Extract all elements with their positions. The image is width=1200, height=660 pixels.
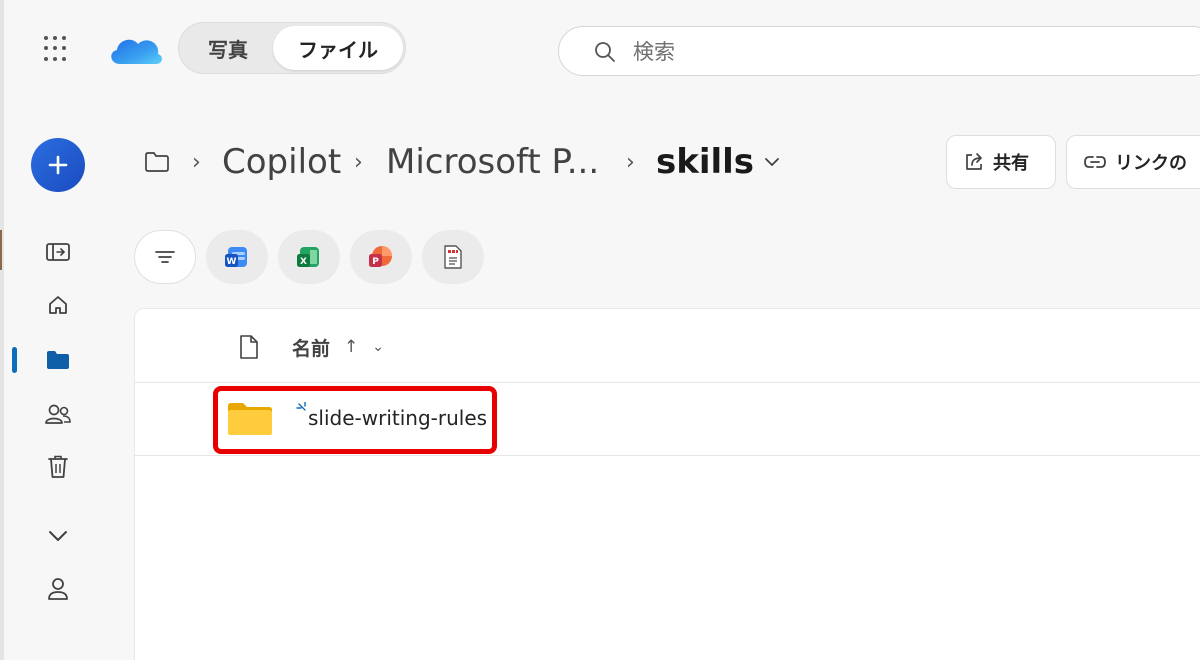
person-icon[interactable] xyxy=(44,575,72,603)
share-label: 共有 xyxy=(993,153,1029,174)
sort-ascending-icon: ↑ xyxy=(344,337,359,357)
link-icon xyxy=(1084,156,1106,168)
svg-text:P: P xyxy=(372,257,379,267)
name-column-label: 名前 xyxy=(292,337,331,360)
pdf-icon xyxy=(444,245,462,269)
copy-link-button[interactable]: リンクの xyxy=(1066,135,1200,189)
folder-icon[interactable] xyxy=(44,346,72,374)
folder-outline-icon xyxy=(145,152,169,172)
excel-filter-chip[interactable]: X xyxy=(278,230,340,284)
folder-icon xyxy=(228,403,272,435)
active-indicator xyxy=(12,347,17,373)
share-button[interactable]: 共有 xyxy=(946,135,1056,189)
plus-icon xyxy=(48,155,68,175)
photos-files-switch: 写真 ファイル xyxy=(178,22,406,74)
window-edge xyxy=(0,0,4,660)
home-icon[interactable] xyxy=(44,291,72,319)
chevron-right-icon: › xyxy=(354,149,363,175)
filter-icon xyxy=(155,251,175,263)
people-icon[interactable] xyxy=(44,400,72,428)
chevron-right-icon: › xyxy=(192,149,201,175)
share-icon xyxy=(966,153,982,170)
file-type-icon xyxy=(240,335,258,359)
add-new-button[interactable] xyxy=(31,138,85,192)
file-name[interactable]: slide-writing-rules xyxy=(308,406,487,430)
pdf-filter-chip[interactable] xyxy=(422,230,484,284)
chevron-down-icon xyxy=(765,158,779,167)
header-divider xyxy=(134,382,1200,383)
svg-text:W: W xyxy=(227,257,237,267)
breadcrumb-item[interactable]: Microsoft P... xyxy=(386,140,599,184)
chevron-down-icon[interactable]: ⌄ xyxy=(372,339,384,355)
waffle-icon[interactable] xyxy=(44,36,70,62)
file-type-column-header[interactable] xyxy=(238,330,260,364)
breadcrumb-root[interactable] xyxy=(144,140,172,184)
table-row[interactable]: slide-writing-rules xyxy=(212,386,496,454)
chevron-right-icon: › xyxy=(626,149,635,175)
chevron-down-icon[interactable] xyxy=(44,522,72,550)
powerpoint-filter-chip[interactable]: P xyxy=(350,230,412,284)
breadcrumb-item[interactable]: Copilot xyxy=(222,140,341,184)
copy-link-label: リンクの xyxy=(1115,153,1187,174)
search-box[interactable] xyxy=(558,26,1200,76)
row-divider xyxy=(134,455,1200,456)
excel-icon: X xyxy=(297,247,319,267)
onedrive-logo[interactable] xyxy=(106,30,164,70)
word-icon: W xyxy=(225,247,247,267)
powerpoint-icon: P xyxy=(369,246,392,267)
trash-icon[interactable] xyxy=(44,453,72,481)
panel-toggle-icon[interactable] xyxy=(44,238,72,266)
svg-text:X: X xyxy=(300,257,307,267)
search-icon xyxy=(595,42,615,62)
new-item-icon xyxy=(296,402,306,411)
name-column-header[interactable]: 名前 ↑ ⌄ xyxy=(292,330,384,364)
word-filter-chip[interactable]: W xyxy=(206,230,268,284)
files-tab[interactable]: ファイル xyxy=(273,26,403,70)
search-input[interactable] xyxy=(633,36,1033,68)
filter-button[interactable] xyxy=(134,230,196,284)
breadcrumb-current[interactable]: skills xyxy=(656,140,780,184)
photos-tab[interactable]: 写真 xyxy=(183,26,273,70)
